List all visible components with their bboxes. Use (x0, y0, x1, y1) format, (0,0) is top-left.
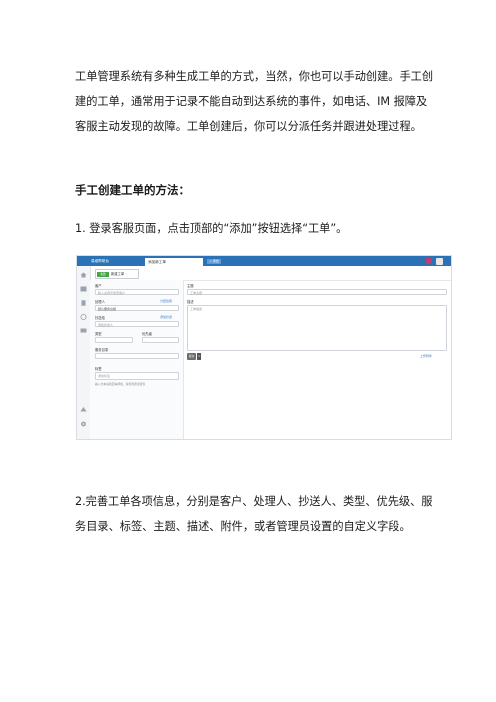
avatar[interactable] (436, 258, 443, 265)
type-label: 类型 (95, 332, 102, 336)
home-icon[interactable] (80, 272, 87, 278)
monitor-icon[interactable] (80, 328, 87, 334)
subject-input[interactable]: 工单主题 (187, 289, 447, 295)
app-topbar: 易维帮助台 添加新工单 + 添加 (77, 256, 451, 266)
add-cc-link[interactable]: 添加抄送 (160, 315, 172, 319)
step-1-text: 1. 登录客服页面，点击顶部的“添加”按钮选择“工单”。 (75, 222, 348, 235)
assign-to-me-link[interactable]: 分配给我 (160, 299, 172, 303)
document-icon[interactable] (80, 300, 87, 306)
subject-label: 主题 (187, 284, 194, 288)
ticket-content-panel: 主题 工单主题 描述 工单描述 上传附件 提交 ▾ (184, 280, 451, 439)
intro-paragraph: 工单管理系统有多种生成工单的方式，当然，你也可以手动创建。手工创建的工单，通常用… (75, 70, 434, 133)
catalog-label: 服务目录 (95, 348, 109, 352)
method-heading: 手工创建工单的方法： (75, 183, 190, 197)
form-header: 新建 新建工单 (90, 266, 451, 281)
chart-icon[interactable] (80, 406, 87, 412)
new-ticket-label: 新建工单 (111, 272, 125, 276)
tab-new-ticket[interactable]: 添加新工单 (145, 258, 203, 266)
assignee-label: 处理人 (95, 300, 105, 304)
priority-label: 优先级 (142, 332, 152, 336)
tags-input[interactable]: 添加标签 (95, 372, 179, 380)
upload-attachment-link[interactable]: 上传附件 (420, 354, 432, 358)
customer-input[interactable]: 输入关键字搜索客户 (95, 289, 179, 295)
ticket-properties-panel: 客户 输入关键字搜索客户 处理人 分配给我 默认服务台组 抄送给 添加抄送 添加… (90, 280, 184, 439)
cc-label: 抄送给 (95, 316, 105, 320)
description-textarea[interactable]: 工单描述 (187, 305, 447, 351)
priority-select[interactable]: - (142, 337, 179, 343)
add-button[interactable]: + 添加 (207, 259, 221, 264)
tags-label: 标签 (95, 367, 102, 371)
notification-icon[interactable] (426, 258, 432, 264)
app-brand: 易维帮助台 (91, 259, 109, 263)
submit-options-button[interactable]: ▾ (197, 353, 201, 360)
globe-icon[interactable] (80, 314, 87, 320)
catalog-select[interactable]: - (95, 353, 179, 359)
new-ticket-button[interactable]: 新建 新建工单 (95, 269, 139, 279)
cc-input[interactable]: 添加抄送人 (95, 321, 179, 327)
side-nav (77, 266, 91, 439)
customer-label: 客户 (95, 284, 102, 288)
assignee-select[interactable]: 默认服务台组 (95, 305, 179, 311)
type-select[interactable]: - (95, 337, 133, 343)
tags-note: 输入文本后按回车添加，按标签搜索建议 (95, 382, 146, 386)
step-2-text: 2.完善工单各项信息，分别是客户、处理人、抄送人、类型、优先级、服务目录、标签、… (75, 495, 433, 533)
new-badge: 新建 (97, 271, 109, 277)
embedded-screenshot: 易维帮助台 添加新工单 + 添加 新建 新建工单 客户 输入关键字搜索客户 处理… (76, 255, 452, 440)
submit-button[interactable]: 提交 (187, 353, 196, 360)
inbox-icon[interactable] (80, 286, 87, 292)
gear-icon[interactable] (80, 421, 87, 427)
description-label: 描述 (187, 300, 194, 304)
